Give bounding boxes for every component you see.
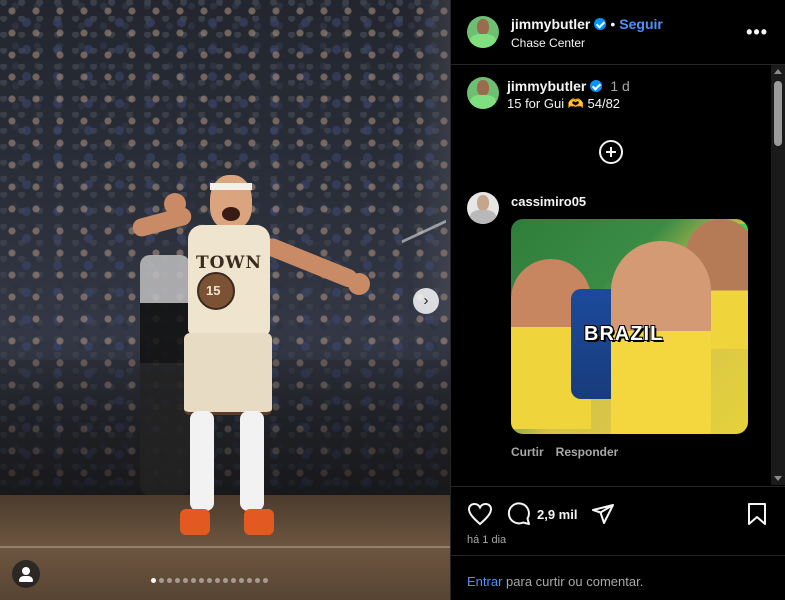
scroll-up-icon[interactable] xyxy=(774,69,782,74)
comments-section[interactable]: jimmybutler 1 d 15 for Gui 🫶 54/82 cassim… xyxy=(451,65,785,485)
comment-like-button[interactable]: Curtir xyxy=(511,445,544,459)
likes-count[interactable]: 2,9 mil xyxy=(537,507,577,522)
author-avatar[interactable] xyxy=(467,16,499,48)
caption-author: jimmybutler 1 d xyxy=(507,78,630,94)
login-link[interactable]: Entrar xyxy=(467,574,502,589)
player-right-fist xyxy=(348,273,370,295)
carousel-dot xyxy=(159,578,164,583)
carousel-dot xyxy=(231,578,236,583)
carousel-dot xyxy=(215,578,220,583)
player-left-leg xyxy=(190,411,214,511)
comment-reply-button[interactable]: Responder xyxy=(556,445,619,459)
post-header: jimmybutler • Seguir Chase Center ••• xyxy=(451,0,785,65)
player-left-fist xyxy=(164,193,186,215)
post-actions: 2,9 mil há 1 dia Entrar para curtir ou c… xyxy=(451,486,785,600)
carousel-dot xyxy=(239,578,244,583)
carousel-dot xyxy=(247,578,252,583)
player-right-arm xyxy=(260,235,361,290)
caption-avatar[interactable] xyxy=(467,77,499,109)
separator-dot: • xyxy=(610,16,616,32)
bookmark-icon[interactable] xyxy=(747,502,767,526)
caption-time: 1 d xyxy=(610,78,630,94)
carousel-next-button[interactable]: › xyxy=(413,288,439,314)
commenter-avatar[interactable] xyxy=(467,192,499,224)
post-media[interactable]: TOWN 15 › xyxy=(0,0,450,600)
login-text: Entrar para curtir ou comentar. xyxy=(467,574,643,589)
caption-text: 15 for Gui 🫶 54/82 xyxy=(507,96,621,111)
carousel-dot xyxy=(255,578,260,583)
verified-badge-icon xyxy=(590,80,603,92)
carousel-indicator xyxy=(151,578,268,583)
commenter-username[interactable]: cassimiro05 xyxy=(511,194,586,209)
post-location[interactable]: Chase Center xyxy=(511,36,585,50)
user-icon-body xyxy=(19,576,33,582)
comment-icon[interactable] xyxy=(507,502,531,526)
comment-actions: Curtir Responder xyxy=(511,445,630,459)
post-age: há 1 dia xyxy=(467,534,507,546)
load-more-comments-icon[interactable] xyxy=(599,140,623,164)
user-icon-head xyxy=(22,567,30,575)
share-icon[interactable] xyxy=(591,502,615,526)
carousel-dot xyxy=(191,578,196,583)
heart-icon[interactable] xyxy=(467,502,493,526)
scroll-down-icon[interactable] xyxy=(774,476,782,481)
player-mouth xyxy=(222,207,240,221)
comments-scrollbar[interactable] xyxy=(771,65,785,485)
carousel-dot xyxy=(207,578,212,583)
login-rest-text: para curtir ou comentar. xyxy=(506,574,644,589)
player-shorts xyxy=(184,333,272,415)
scrollbar-thumb[interactable] xyxy=(774,81,782,146)
caption-username[interactable]: jimmybutler xyxy=(507,78,586,94)
carousel-dot xyxy=(151,578,156,583)
carousel-dot xyxy=(167,578,172,583)
carousel-dot xyxy=(175,578,180,583)
carousel-dot xyxy=(183,578,188,583)
carousel-dot xyxy=(263,578,268,583)
player-figure: TOWN 15 xyxy=(130,175,380,555)
post-sidebar: jimmybutler • Seguir Chase Center ••• jimm… xyxy=(450,0,785,600)
player-left-arm xyxy=(130,205,194,239)
jersey-text: TOWN xyxy=(195,253,263,273)
follow-button[interactable]: Seguir xyxy=(619,16,663,32)
login-prompt: Entrar para curtir ou comentar. xyxy=(451,555,785,600)
gif-caption: BRAZIL xyxy=(584,323,664,345)
carousel-dot xyxy=(223,578,228,583)
carousel-dot xyxy=(199,578,204,583)
verified-badge-icon xyxy=(594,18,607,30)
tagged-users-button[interactable] xyxy=(12,560,40,588)
player-headband xyxy=(210,183,252,190)
author-line: jimmybutler • Seguir xyxy=(511,16,663,32)
player-right-shoe xyxy=(244,509,274,535)
jersey-number: 15 xyxy=(206,283,221,298)
comment-gif: BRAZIL xyxy=(511,219,748,434)
player-left-shoe xyxy=(180,509,210,535)
author-username[interactable]: jimmybutler xyxy=(511,16,590,32)
more-options-icon[interactable]: ••• xyxy=(746,22,768,43)
player-right-leg xyxy=(240,411,264,511)
